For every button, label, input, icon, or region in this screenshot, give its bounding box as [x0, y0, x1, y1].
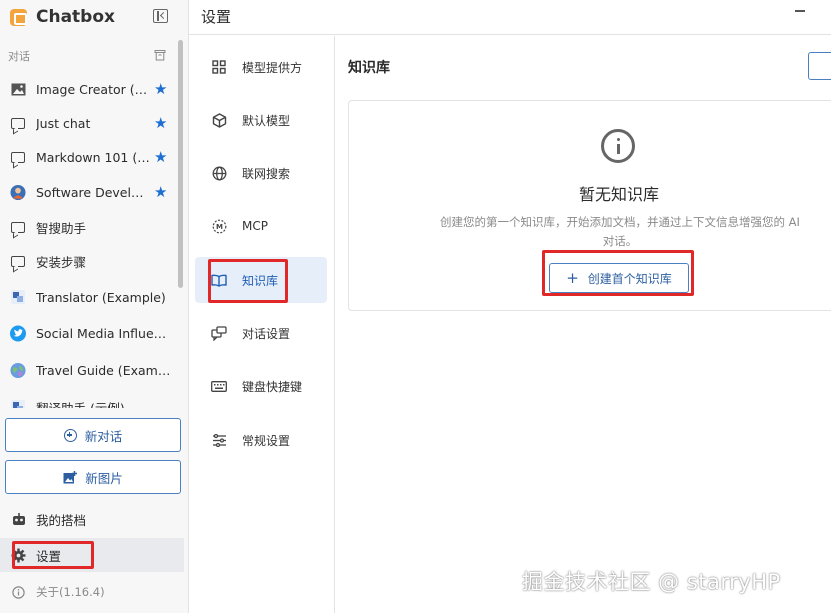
- page-title: 设置: [201, 8, 232, 26]
- chat-settings-icon: [211, 325, 227, 341]
- settings-nav-general[interactable]: 常规设置: [195, 417, 327, 463]
- conversation-label: Social Media Influenc…: [36, 325, 172, 341]
- settings-nav-chat-settings[interactable]: 对话设置: [195, 310, 327, 356]
- create-first-knowledge-base-button[interactable]: + 创建首个知识库: [549, 263, 689, 293]
- grid-icon: [211, 59, 227, 75]
- new-image-button[interactable]: 新图片: [5, 460, 181, 494]
- settings-nav: 模型提供方 默认模型 联网搜索 M MCP 知识库 对话设置 键盘快捷键 常规设…: [189, 36, 335, 613]
- conversation-label: Just chat: [36, 115, 91, 131]
- settings-label: 设置: [36, 548, 62, 564]
- nav-label: 默认模型: [242, 113, 291, 128]
- nav-label: 模型提供方: [242, 60, 303, 75]
- conversations-section-label: 对话: [8, 50, 30, 63]
- conversation-label: 安装步骤: [36, 254, 87, 270]
- translator-avatar-icon: [10, 289, 26, 305]
- globe-avatar-icon: [10, 362, 26, 378]
- globe-icon: [211, 165, 227, 181]
- plus-circle-icon: [63, 428, 77, 442]
- star-icon[interactable]: ★: [154, 184, 167, 200]
- app-name: Chatbox: [36, 7, 115, 27]
- sliders-icon: [211, 432, 227, 448]
- about-item[interactable]: 关于(1.16.4): [0, 575, 184, 609]
- brand: Chatbox: [10, 6, 115, 28]
- conversation-label: 智搜助手: [36, 220, 87, 236]
- conversation-item[interactable]: Translator (Example): [0, 280, 180, 314]
- nav-label: MCP: [242, 219, 268, 233]
- knowledge-base-title: 知识库: [348, 60, 390, 76]
- star-icon[interactable]: ★: [154, 115, 167, 131]
- sidebar-settings-item[interactable]: 设置: [0, 538, 184, 572]
- empty-state-card: 暂无知识库 创建您的第一个知识库，开始添加文档，并通过上下文信息增强您的 AI …: [348, 100, 831, 311]
- new-image-label: 新图片: [85, 470, 123, 486]
- new-chat-label: 新对话: [84, 428, 123, 444]
- gear-icon: [11, 548, 26, 563]
- conversation-scrollbar[interactable]: [178, 40, 183, 288]
- star-icon[interactable]: ★: [154, 149, 167, 165]
- conversation-item[interactable]: Social Media Influenc…: [0, 316, 180, 350]
- cube-icon: [211, 112, 227, 128]
- settings-nav-model-provider[interactable]: 模型提供方: [195, 44, 327, 90]
- conversation-label: Travel Guide (Example): [36, 362, 172, 378]
- robot-icon: [11, 512, 26, 527]
- mcp-icon: M: [211, 218, 227, 234]
- conversation-item[interactable]: Travel Guide (Example): [0, 353, 180, 387]
- conversation-item[interactable]: 智搜助手: [0, 210, 180, 244]
- conversation-item[interactable]: 安装步骤: [0, 244, 180, 278]
- conversation-label: Image Creator (E…: [36, 81, 150, 97]
- add-knowledge-base-button[interactable]: [808, 52, 831, 80]
- conversation-label: Markdown 101 (…: [36, 149, 150, 165]
- nav-label: 知识库: [242, 273, 279, 288]
- minimize-icon[interactable]: [795, 10, 805, 12]
- conversation-item[interactable]: Image Creator (E… ★: [0, 72, 180, 106]
- settings-nav-default-model[interactable]: 默认模型: [195, 97, 327, 143]
- conversation-item[interactable]: Markdown 101 (… ★: [0, 140, 180, 174]
- create-button-label: 创建首个知识库: [587, 271, 672, 286]
- conversation-list: Image Creator (E… ★ Just chat ★ Markdown…: [0, 70, 180, 408]
- book-icon: [211, 272, 227, 288]
- conversation-item[interactable]: Software Develo… ★: [0, 175, 180, 209]
- about-label: 关于(1.16.4): [36, 585, 105, 599]
- watermark: 掘金技术社区 @ starryHP: [522, 570, 781, 594]
- plus-icon: +: [566, 268, 579, 287]
- settings-nav-mcp[interactable]: M MCP: [195, 203, 327, 249]
- chat-bubble-icon: [10, 219, 26, 235]
- chat-bubble-icon: [10, 115, 26, 131]
- new-chat-button[interactable]: 新对话: [5, 418, 181, 452]
- developer-avatar-icon: [10, 184, 26, 200]
- nav-label: 联网搜索: [242, 166, 291, 181]
- settings-header: 设置: [189, 0, 831, 35]
- empty-state-description: 创建您的第一个知识库，开始添加文档，并通过上下文信息增强您的 AI 对话。: [440, 215, 800, 248]
- svg-text:M: M: [216, 223, 223, 231]
- nav-label: 常规设置: [242, 433, 291, 448]
- translator-avatar-icon: [10, 399, 26, 408]
- info-icon: [601, 129, 635, 163]
- settings-nav-keyboard-shortcuts[interactable]: 键盘快捷键: [195, 363, 327, 409]
- nav-label: 键盘快捷键: [242, 379, 303, 394]
- sidebar: Chatbox 对话 Image Creator (E… ★ Just chat…: [0, 0, 189, 613]
- my-copilots-label: 我的搭档: [36, 512, 87, 528]
- image-icon: [10, 81, 26, 97]
- settings-nav-knowledge-base[interactable]: 知识库: [195, 257, 327, 303]
- conversation-label: Translator (Example): [36, 289, 166, 305]
- clear-conversations-icon[interactable]: [154, 49, 166, 61]
- conversation-label: 翻译助手 (示例): [36, 400, 125, 409]
- conversation-label: Software Develo…: [36, 184, 150, 200]
- conversation-item[interactable]: Just chat ★: [0, 106, 180, 140]
- keyboard-icon: [211, 378, 227, 394]
- twitter-avatar-icon: [10, 325, 26, 341]
- my-copilots-item[interactable]: 我的搭档: [0, 502, 184, 536]
- conversation-item[interactable]: 翻译助手 (示例): [0, 390, 180, 408]
- collapse-sidebar-icon[interactable]: [153, 9, 168, 23]
- nav-label: 对话设置: [242, 326, 291, 341]
- about-info-icon: [11, 585, 26, 600]
- star-icon[interactable]: ★: [154, 81, 167, 97]
- chat-bubble-icon: [10, 253, 26, 269]
- settings-nav-web-search[interactable]: 联网搜索: [195, 150, 327, 196]
- chat-bubble-icon: [10, 149, 26, 165]
- empty-state-title: 暂无知识库: [578, 185, 659, 204]
- chatbox-logo-icon: [10, 8, 27, 26]
- add-image-icon: [63, 470, 78, 484]
